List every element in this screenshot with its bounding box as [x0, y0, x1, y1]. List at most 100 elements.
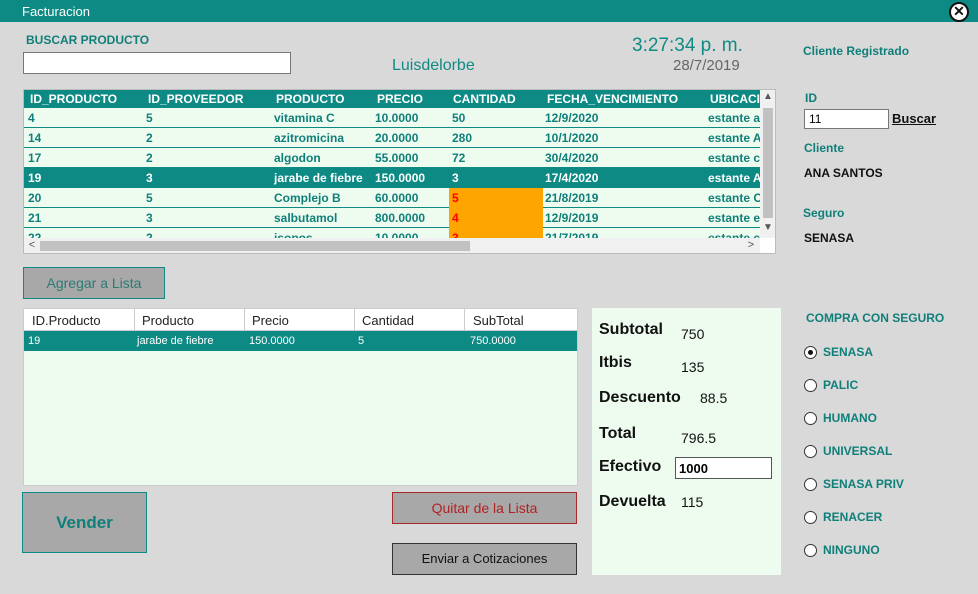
window-title: Facturacion — [22, 4, 90, 19]
products-horizontal-scrollbar[interactable]: < > — [24, 238, 760, 253]
title-bar: Facturacion ✕ — [0, 0, 978, 22]
cell-location: estante A — [708, 171, 760, 185]
cell-location: estante C — [708, 191, 760, 205]
column-header[interactable]: PRODUCTO — [276, 92, 344, 106]
cell-location: estante A — [708, 131, 760, 145]
cash-label: Efectivo — [599, 458, 662, 475]
radio-button[interactable] — [804, 445, 817, 458]
cell-expiration-date: 12/9/2019 — [545, 211, 599, 225]
cell-product-name: Complejo B — [274, 191, 341, 205]
cell-expiration-date: 12/9/2020 — [545, 111, 599, 125]
cell-supplier-id: 5 — [146, 191, 153, 205]
radio-button[interactable] — [804, 379, 817, 392]
cell-product-name: algodon — [274, 151, 321, 165]
insurance-label: Seguro — [803, 206, 845, 220]
cell-price: 55.0000 — [375, 151, 419, 165]
totals-panel: Subtotal 750 Itbis 135 Descuento 88.5 To… — [592, 308, 781, 575]
column-header[interactable]: ID_PROVEEDOR — [148, 92, 243, 106]
cart-cell-subtotal: 750.0000 — [470, 335, 516, 347]
cell-quantity: 72 — [452, 151, 466, 165]
client-id-input[interactable] — [804, 109, 889, 129]
cell-quantity: 4 — [449, 208, 543, 228]
column-header[interactable]: UBICACI — [710, 92, 760, 106]
cell-expiration-date: 17/4/2020 — [545, 171, 599, 185]
cell-price: 10.0000 — [375, 111, 419, 125]
cell-price: 20.0000 — [375, 131, 419, 145]
search-label: BUSCAR PRODUCTO — [26, 33, 150, 47]
send-to-quotes-button[interactable]: Enviar a Cotizaciones — [392, 543, 577, 575]
cell-product-id: 19 — [28, 171, 42, 185]
radio-label: SENASA — [823, 345, 874, 359]
list-item[interactable]: 19 jarabe de fiebre 150.0000 5 750.0000 — [24, 331, 577, 351]
scroll-right-icon[interactable]: > — [744, 239, 758, 253]
remove-from-list-button[interactable]: Quitar de la Lista — [392, 492, 577, 524]
radio-label: NINGUNO — [823, 543, 880, 557]
radio-button[interactable] — [804, 544, 817, 557]
cell-location: estante e — [708, 211, 760, 225]
cell-product-name: vitamina C — [274, 111, 335, 125]
scrollbar-thumb[interactable] — [40, 241, 470, 251]
cell-product-id: 4 — [28, 111, 35, 125]
search-client-link[interactable]: Buscar — [892, 111, 936, 126]
change-value: 115 — [681, 494, 704, 510]
radio-button[interactable] — [804, 511, 817, 524]
radio-button[interactable] — [804, 412, 817, 425]
billing-window: Facturacion ✕ BUSCAR PRODUCTO Luisdelorb… — [0, 0, 978, 594]
radio-label: UNIVERSAL — [823, 444, 893, 458]
sell-button[interactable]: Vender — [22, 492, 147, 553]
cart-cell-price: 150.0000 — [249, 335, 295, 347]
table-row[interactable]: 14 2 azitromicina 20.0000 280 10/1/2020 estant… — [24, 128, 760, 148]
add-to-list-button[interactable]: Agregar a Lista — [23, 267, 165, 299]
table-row[interactable]: 19 3 jarabe de fiebre 150.0000 3 17/4/2020 est… — [24, 168, 760, 188]
cash-input[interactable] — [675, 457, 772, 479]
close-icon[interactable]: ✕ — [949, 2, 969, 22]
cell-quantity: 3 — [452, 171, 459, 185]
products-vertical-scrollbar[interactable]: ▲ ▼ — [760, 90, 775, 238]
subtotal-value: 750 — [681, 326, 705, 342]
scrollbar-thumb[interactable] — [763, 108, 773, 218]
cell-product-id: 17 — [28, 151, 42, 165]
table-row[interactable]: 21 3 salbutamol 800.0000 4 12/9/2019 estante e — [24, 208, 760, 228]
column-header[interactable]: PRECIO — [377, 92, 423, 106]
discount-label: Descuento — [599, 389, 681, 406]
scroll-down-icon[interactable]: ▼ — [760, 222, 775, 236]
cell-expiration-date: 21/8/2019 — [545, 191, 599, 205]
radio-label: SENASA PRIV — [823, 477, 904, 491]
scroll-up-icon[interactable]: ▲ — [760, 91, 775, 105]
total-label: Total — [599, 425, 637, 442]
column-header[interactable]: CANTIDAD — [453, 92, 516, 106]
change-label: Devuelta — [599, 493, 666, 510]
cell-quantity: 280 — [452, 131, 473, 145]
radio-button[interactable] — [804, 346, 817, 359]
cell-product-id: 14 — [28, 131, 42, 145]
search-input[interactable] — [23, 52, 291, 74]
cell-supplier-id: 2 — [146, 151, 153, 165]
registered-client-label: Cliente Registrado — [803, 44, 910, 58]
cart-cell-product: jarabe de fiebre — [137, 335, 214, 347]
radio-label: PALIC — [823, 378, 859, 392]
clock-time: 3:27:34 p. m. — [632, 35, 743, 56]
cell-quantity: 5 — [449, 188, 543, 208]
scroll-left-icon[interactable]: < — [25, 239, 39, 253]
cell-product-id: 20 — [28, 191, 42, 205]
cell-product-id: 21 — [28, 211, 42, 225]
cell-price: 150.0000 — [375, 171, 426, 185]
cell-price: 60.0000 — [375, 191, 419, 205]
insurance-purchase-label: COMPRA CON SEGURO — [806, 311, 945, 325]
table-row[interactable]: 20 5 Complejo B 60.0000 5 21/8/2019 estante C — [24, 188, 760, 208]
table-row[interactable]: 4 5 vitamina C 10.0000 50 12/9/2020 estante a — [24, 108, 760, 128]
cell-product-name: azitromicina — [274, 131, 345, 145]
products-grid[interactable]: ID_PRODUCTO ID_PROVEEDOR PRODUCTO PRECIO… — [23, 89, 776, 254]
table-row[interactable]: 17 2 algodon 55.0000 72 30/4/2020 estante c — [24, 148, 760, 168]
total-value: 796.5 — [681, 430, 717, 446]
cart-list-header: ID.Producto Producto Precio Cantidad Sub… — [24, 309, 577, 331]
client-name: ANA SANTOS — [804, 166, 883, 180]
cart-list[interactable]: ID.Producto Producto Precio Cantidad Sub… — [23, 308, 578, 486]
clock-date: 28/7/2019 — [673, 57, 740, 74]
column-header[interactable]: FECHA_VENCIMIENTO — [547, 92, 678, 106]
radio-button[interactable] — [804, 478, 817, 491]
cart-cell-quantity: 5 — [358, 335, 365, 347]
column-header[interactable]: ID_PRODUCTO — [30, 92, 117, 106]
cell-supplier-id: 3 — [146, 211, 153, 225]
cell-product-name: salbutamol — [274, 211, 338, 225]
